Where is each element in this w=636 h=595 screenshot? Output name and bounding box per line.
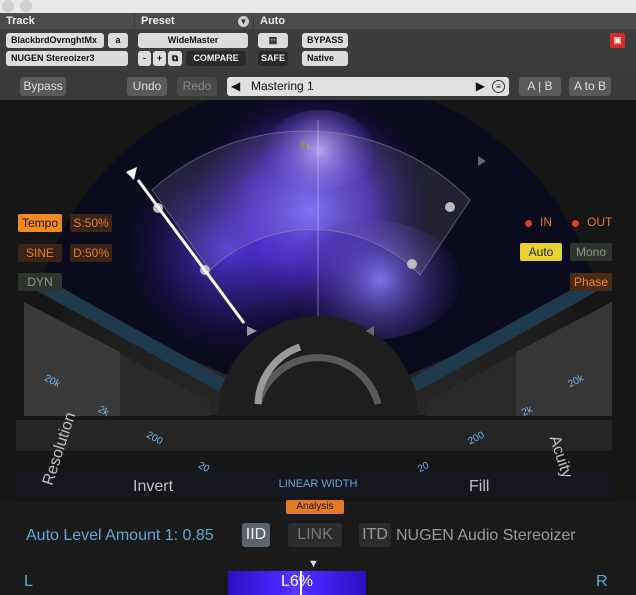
link-button[interactable]: LINK <box>288 523 342 547</box>
undo-button[interactable]: Undo <box>127 77 167 96</box>
product-name: NUGEN Audio Stereoizer <box>396 527 576 544</box>
balance-meter[interactable]: L6% <box>228 571 366 595</box>
bypass-button[interactable]: Bypass <box>20 77 66 96</box>
window-titlebar <box>0 0 636 14</box>
in-label: IN <box>540 215 552 229</box>
list-icon[interactable]: ≡ <box>492 80 505 93</box>
linear-width-label: LINEAR WIDTH <box>278 478 358 490</box>
invert-control[interactable]: Invert <box>133 478 173 496</box>
automation-icon[interactable]: ▤ <box>258 33 288 48</box>
out-indicator-icon <box>572 220 579 227</box>
balance-readout: L6% <box>280 573 314 590</box>
in-indicator-icon <box>525 220 532 227</box>
auto-header: Auto <box>254 13 636 29</box>
balance-pointer-icon: ▼ <box>308 558 319 570</box>
itd-button[interactable]: ITD <box>359 523 391 547</box>
minimize-window-icon[interactable] <box>20 0 32 12</box>
auto-button[interactable]: Auto <box>520 243 562 261</box>
close-icon[interactable]: ▣ <box>610 33 625 48</box>
close-window-icon[interactable] <box>2 0 14 12</box>
a-to-b-button[interactable]: A to B <box>569 77 611 96</box>
preset-browser: ◀ Mastering 1 ▶ ≡ <box>227 77 509 96</box>
track-header: Track <box>0 13 134 29</box>
compare-button[interactable]: COMPARE <box>186 51 246 66</box>
dyn-button[interactable]: DYN <box>18 273 62 291</box>
fill-control[interactable]: Fill <box>469 478 489 496</box>
track-name-select[interactable]: BlackbrdOvrnghtMx <box>6 33 104 48</box>
preset-select[interactable]: WideMaster <box>138 33 248 48</box>
iid-button[interactable]: IID <box>242 523 270 547</box>
copy-icon[interactable]: ⧉ <box>168 51 182 66</box>
plugin-toolbar: Bypass Undo Redo ◀ Mastering 1 ▶ ≡ A | B… <box>0 71 636 100</box>
preset-plus-button[interactable]: + <box>153 51 166 66</box>
preset-header: Preset ▼ <box>135 13 253 29</box>
safe-button[interactable]: SAFE <box>258 51 288 66</box>
plugin-name-select[interactable]: NUGEN Stereoizer3 <box>6 51 128 66</box>
left-channel-label: L <box>24 573 33 590</box>
triangle-left-icon[interactable]: ◀ <box>231 77 240 96</box>
out-label: OUT <box>587 215 613 229</box>
preset-minus-button[interactable]: - <box>138 51 151 66</box>
mono-button[interactable]: Mono <box>570 243 612 261</box>
chevron-down-icon[interactable]: ▼ <box>238 16 249 27</box>
ab-toggle[interactable]: A | B <box>519 77 561 96</box>
phase-button[interactable]: Phase <box>570 273 612 291</box>
plugin-body: Tempo S:50% SINE D:50% DYN IN OUT Auto M… <box>0 100 636 595</box>
depth-readout[interactable]: D:50% <box>70 244 112 262</box>
analysis-button[interactable]: Analysis <box>286 500 344 514</box>
preset-header-label: Preset <box>141 15 175 27</box>
tempo-button[interactable]: Tempo <box>18 214 62 232</box>
speed-readout[interactable]: S:50% <box>70 214 112 232</box>
bypass-host-button[interactable]: BYPASS <box>302 33 348 48</box>
triangle-right-icon[interactable]: ▶ <box>476 77 485 96</box>
native-select[interactable]: Native <box>302 51 348 66</box>
auto-level-amount[interactable]: Auto Level Amount 1: 0.85 <box>26 527 214 545</box>
redo-button[interactable]: Redo <box>177 77 217 96</box>
track-slot-select[interactable]: a <box>108 33 128 48</box>
width-dial-graphic <box>0 100 636 502</box>
right-channel-label: R <box>596 573 608 590</box>
sine-button[interactable]: SINE <box>18 244 62 262</box>
preset-browser-name[interactable]: Mastering 1 <box>251 77 314 96</box>
